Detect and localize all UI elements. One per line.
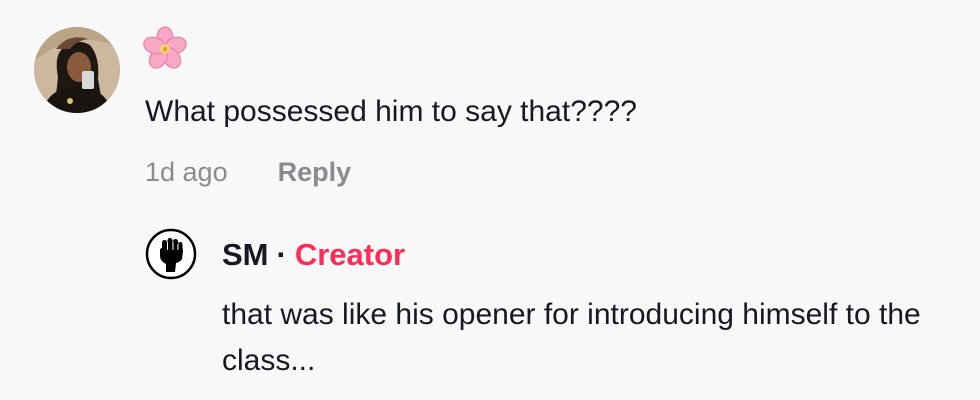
reply-button[interactable]: Reply — [278, 157, 352, 187]
comment-meta: 1d ago Reply — [145, 152, 351, 192]
comment-item: What possessed him to say that???? 1d ag… — [0, 0, 980, 400]
reply-header: SM · Creator — [222, 234, 405, 276]
reply-avatar[interactable] — [145, 228, 197, 280]
raised-fist-icon — [145, 228, 197, 280]
commenter-avatar-image — [34, 27, 120, 113]
reply-text: that was like his opener for introducing… — [222, 298, 921, 377]
reply-author[interactable]: SM — [222, 237, 269, 272]
comment-timestamp: 1d ago — [145, 157, 228, 187]
creator-badge: Creator — [294, 237, 406, 272]
reply-separator: · — [276, 237, 287, 272]
username-flower-icon — [142, 26, 188, 72]
commenter-avatar[interactable] — [34, 27, 120, 113]
comment-text: What possessed him to say that???? — [145, 95, 637, 128]
